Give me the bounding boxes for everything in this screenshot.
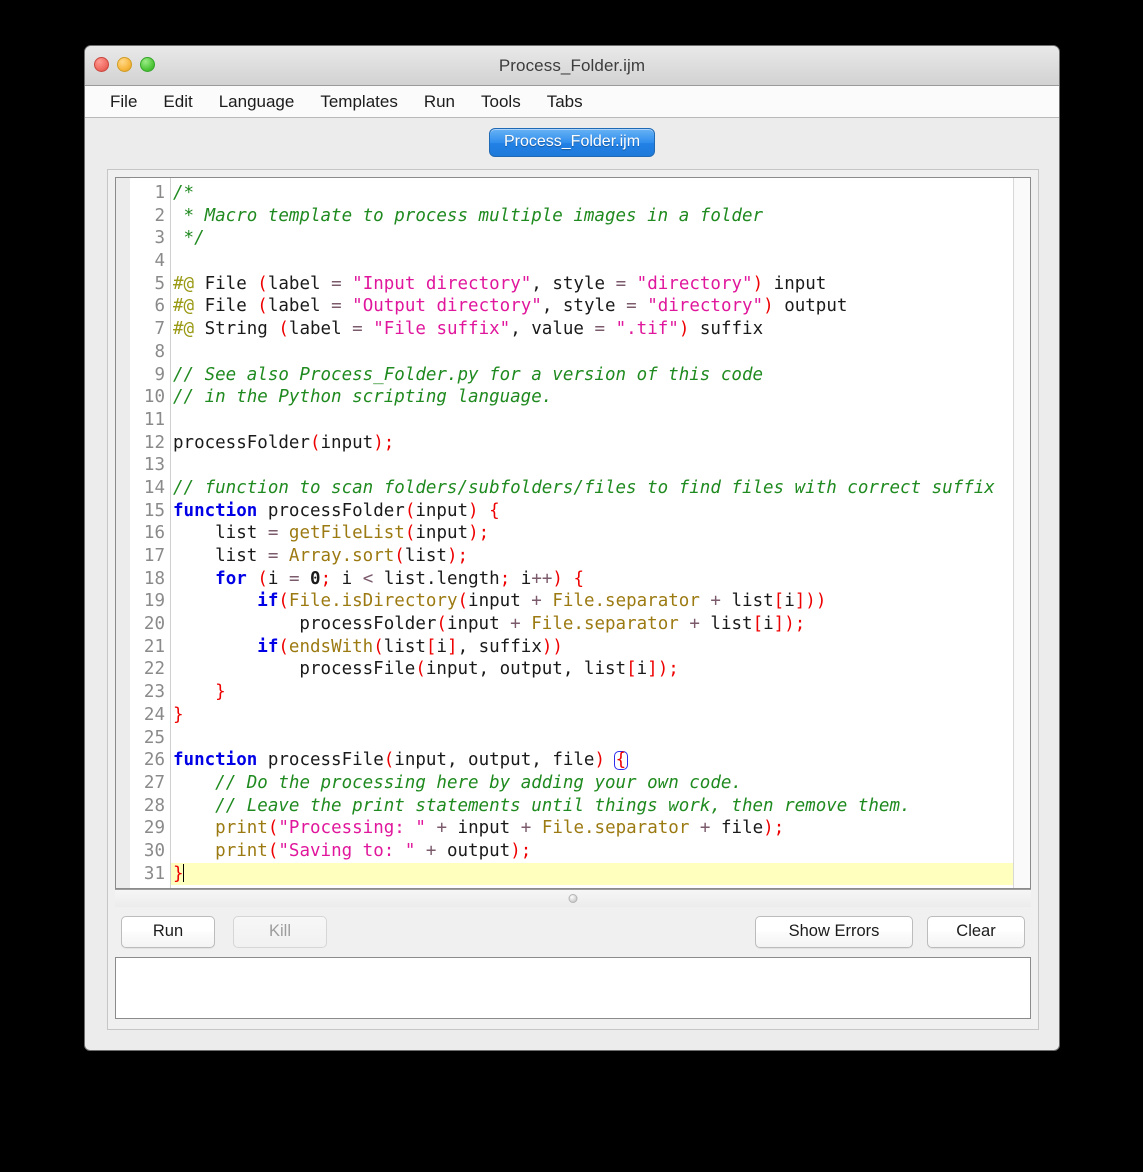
- code-line-27: // Do the processing here by adding your…: [215, 772, 742, 793]
- menu-item-tabs[interactable]: Tabs: [534, 87, 596, 117]
- code-line-28: // Leave the print statements until thin…: [215, 795, 911, 816]
- splitter-handle[interactable]: [115, 889, 1031, 907]
- code-line-23: }: [215, 682, 226, 703]
- code-line-10: // in the Python scripting language.: [173, 387, 553, 408]
- title-bar: Process_Folder.ijm: [85, 46, 1059, 86]
- run-button[interactable]: Run: [121, 916, 215, 948]
- show-errors-button[interactable]: Show Errors: [755, 916, 913, 948]
- line-number: 19: [143, 591, 165, 612]
- code-line-9: // See also Process_Folder.py for a vers…: [173, 364, 764, 385]
- splitter-grip-icon[interactable]: [568, 894, 578, 903]
- code-line-20: processFolder(input + File.separator + l…: [173, 614, 806, 635]
- menu-item-file[interactable]: File: [97, 87, 150, 117]
- window-controls: [94, 57, 155, 72]
- line-number: 15: [143, 500, 165, 521]
- line-number: 9: [154, 364, 165, 385]
- code-line-24: }: [173, 704, 184, 725]
- code-line-1: /*: [173, 183, 195, 203]
- line-number: 30: [143, 840, 165, 861]
- code-line-2: * Macro template to process multiple ima…: [173, 205, 764, 226]
- code-line-14: // function to scan folders/subfolders/f…: [173, 477, 995, 498]
- line-number: 5: [154, 273, 165, 294]
- line-number: 16: [143, 523, 165, 544]
- line-number: 10: [143, 387, 165, 408]
- line-number: 24: [143, 704, 165, 725]
- menu-item-run[interactable]: Run: [411, 87, 468, 117]
- line-number: 2: [154, 205, 165, 226]
- line-number: 13: [143, 455, 165, 476]
- line-number: 27: [143, 772, 165, 793]
- code-line-16: list = getFileList(input);: [173, 523, 490, 544]
- line-number: 22: [143, 659, 165, 680]
- line-number: 8: [154, 341, 165, 362]
- menu-item-templates[interactable]: Templates: [307, 87, 410, 117]
- line-number: 11: [143, 409, 165, 430]
- minimize-button[interactable]: [117, 57, 132, 72]
- line-number-gutter: 1 2 3 4 5 6 7 8 9 10 11 12 13 14 15 16 1…: [131, 178, 171, 888]
- code-line-7: #@ String (label = "File suffix", value …: [173, 319, 764, 340]
- window-title: Process_Folder.ijm: [498, 55, 646, 75]
- error-marker-strip[interactable]: [1013, 178, 1030, 888]
- code-line-15: function processFolder(input) {: [173, 500, 500, 521]
- output-console[interactable]: [116, 958, 1030, 1018]
- line-number: 4: [154, 251, 165, 272]
- code-line-18: for (i = 0; i < list.length; i++) {: [215, 568, 585, 589]
- line-number: 1: [154, 183, 165, 203]
- code-line-31: }: [171, 862, 1013, 886]
- text-caret: [182, 863, 184, 882]
- line-number: 26: [143, 750, 165, 771]
- line-number: 23: [143, 682, 165, 703]
- line-number: 12: [143, 432, 165, 453]
- maximize-button[interactable]: [140, 57, 155, 72]
- line-number: 7: [154, 319, 165, 340]
- output-console-frame: [115, 957, 1031, 1019]
- code-line-21: if(endsWith(list[i], suffix)): [257, 636, 563, 657]
- tab-strip: Process_Folder.ijm: [85, 118, 1059, 167]
- code-line-19: if(File.isDirectory(input + File.separat…: [257, 591, 827, 612]
- editor-window: Process_Folder.ijm File Edit Language Te…: [84, 45, 1060, 1051]
- content-panel: 1 2 3 4 5 6 7 8 9 10 11 12 13 14 15 16 1…: [107, 169, 1039, 1030]
- menu-item-language[interactable]: Language: [206, 87, 308, 117]
- code-line-26: function processFile(input, output, file…: [173, 750, 629, 771]
- menu-item-edit[interactable]: Edit: [150, 87, 205, 117]
- code-line-3: */: [173, 228, 205, 249]
- line-number: 6: [154, 296, 165, 317]
- fold-margin: [116, 178, 131, 888]
- code-line-6: #@ File (label = "Output directory", sty…: [173, 296, 848, 317]
- clear-button[interactable]: Clear: [927, 916, 1025, 948]
- line-number: 18: [143, 568, 165, 589]
- kill-button[interactable]: Kill: [233, 916, 327, 948]
- code-line-30: print("Saving to: " + output);: [215, 840, 532, 861]
- line-number: 3: [154, 228, 165, 249]
- line-number: 25: [143, 727, 165, 748]
- code-line-12: processFolder(input);: [173, 432, 395, 453]
- tab-process-folder[interactable]: Process_Folder.ijm: [488, 128, 656, 157]
- code-text[interactable]: /* * Macro template to process multiple …: [171, 178, 1013, 888]
- menu-bar: File Edit Language Templates Run Tools T…: [85, 86, 1059, 118]
- line-number: 20: [143, 614, 165, 635]
- line-number: 28: [143, 795, 165, 816]
- line-number: 14: [143, 477, 165, 498]
- bracket-match-highlight: {: [613, 750, 629, 771]
- line-number: 31: [143, 863, 165, 884]
- code-line-22: processFile(input, output, list[i]);: [173, 659, 679, 680]
- code-line-29: print("Processing: " + input + File.sepa…: [215, 818, 785, 839]
- code-line-17: list = Array.sort(list);: [173, 546, 469, 566]
- line-number: 29: [143, 818, 165, 839]
- menu-item-tools[interactable]: Tools: [468, 87, 534, 117]
- line-number: 17: [143, 546, 165, 566]
- line-number: 21: [143, 636, 165, 657]
- code-line-5: #@ File (label = "Input directory", styl…: [173, 273, 827, 294]
- close-button[interactable]: [94, 57, 109, 72]
- code-editor[interactable]: 1 2 3 4 5 6 7 8 9 10 11 12 13 14 15 16 1…: [115, 177, 1031, 889]
- action-toolbar: Run Kill Show Errors Clear: [115, 907, 1031, 957]
